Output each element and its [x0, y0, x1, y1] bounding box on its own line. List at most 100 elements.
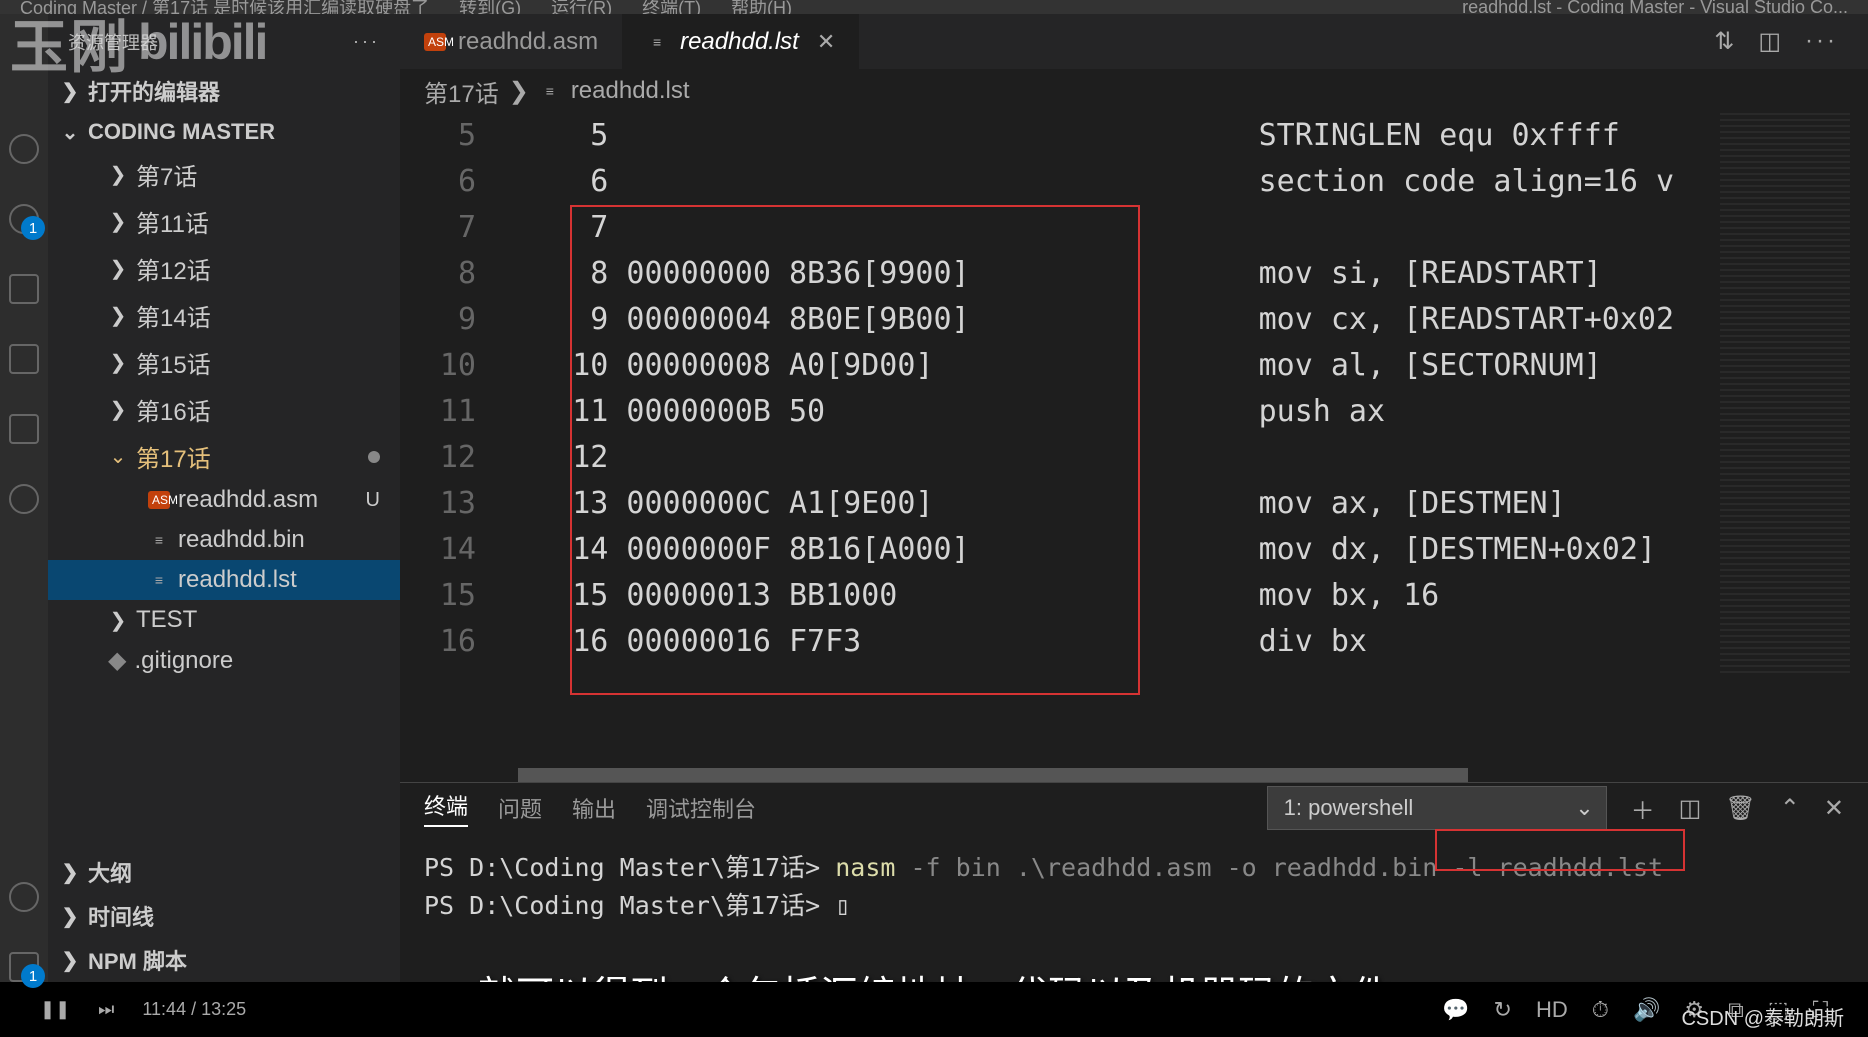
tab-actions: ⇅ ◫ ··· — [1714, 27, 1868, 56]
sidebar-more-icon[interactable]: ··· — [353, 31, 380, 52]
folder-label: 第7话 — [136, 157, 197, 192]
highlight-box-terminal — [1435, 829, 1685, 871]
terminal-line-2: PS D:\Coding Master\第17话> ▯ — [424, 887, 1844, 925]
folder-item-16[interactable]: ❯ 第16话 — [48, 386, 400, 433]
tab-readhdd-lst[interactable]: ≡ readhdd.lst ✕ — [622, 14, 859, 69]
split-editor-icon[interactable]: ◫ — [1758, 27, 1781, 56]
breadcrumb-sep-icon: ❯ — [509, 77, 529, 106]
modified-dot-icon — [368, 451, 380, 463]
chevron-right-icon: ❯ — [108, 256, 128, 281]
folder-item-7[interactable]: ❯ 第7话 — [48, 151, 400, 198]
code-content[interactable]: 5 STRINGLEN equ 0xffff 6 section code al… — [500, 113, 1868, 782]
folder-label: TEST — [136, 606, 197, 634]
settings-gear-icon[interactable]: 1 — [9, 952, 39, 982]
terminal-tab-terminal[interactable]: 终端 — [424, 789, 468, 827]
chevron-down-icon: ⌄ — [108, 444, 128, 469]
menu-terminal[interactable]: 终端(T) — [642, 0, 701, 14]
terminal-prompt: PS D:\Coding Master\第17话> — [424, 891, 835, 920]
folder-label: 第16话 — [136, 392, 211, 427]
explorer-icon[interactable] — [9, 134, 39, 164]
timeline-section[interactable]: ❯ 时间线 — [48, 894, 400, 938]
file-gitignore[interactable]: ◆ .gitignore — [48, 640, 400, 681]
folder-item-11[interactable]: ❯ 第11话 — [48, 198, 400, 245]
close-icon[interactable]: ✕ — [817, 29, 835, 55]
terminal-body[interactable]: PS D:\Coding Master\第17话> nasm -f bin .\… — [400, 833, 1868, 982]
terminal-selector[interactable]: 1: powershell — [1267, 786, 1607, 830]
project-section[interactable]: ⌄ CODING MASTER — [48, 113, 400, 151]
close-terminal-icon[interactable]: ✕ — [1824, 794, 1844, 823]
menu-run[interactable]: 运行(R) — [551, 0, 612, 14]
speed-icon[interactable]: ⏱ — [1592, 997, 1609, 1023]
chevron-right-icon: ❯ — [108, 350, 128, 375]
activity-bar: 1 1 — [0, 14, 48, 982]
play-button[interactable]: ❚❚ — [40, 999, 70, 1020]
breadcrumb-folder[interactable]: 第17话 — [424, 74, 499, 109]
chevron-right-icon: ❯ — [108, 303, 128, 328]
folder-item-12[interactable]: ❯ 第12话 — [48, 245, 400, 292]
gitignore-file-icon: ◆ — [108, 646, 126, 675]
minimap[interactable] — [1720, 113, 1850, 673]
chevron-right-icon: ❯ — [108, 397, 128, 422]
quality-icon[interactable]: HD — [1536, 997, 1568, 1023]
terminal-tab-output[interactable]: 输出 — [572, 792, 616, 824]
folder-item-15[interactable]: ❯ 第15话 — [48, 339, 400, 386]
chevron-right-icon: ❯ — [60, 904, 80, 929]
loop-icon[interactable]: ↻ — [1494, 997, 1512, 1023]
sidebar: 资源管理器 ··· ❯ 打开的编辑器 ⌄ CODING MASTER ❯ 第7话… — [48, 14, 400, 982]
volume-icon[interactable]: 🔊 — [1633, 997, 1660, 1023]
npm-label: NPM 脚本 — [88, 944, 187, 976]
breadcrumb-file[interactable]: readhdd.lst — [571, 77, 690, 105]
menu-help[interactable]: 帮助(H) — [731, 0, 792, 14]
menu-goto[interactable]: 转到(G) — [459, 0, 521, 14]
lst-file-icon: ≡ — [646, 34, 668, 50]
remote-icon[interactable] — [9, 484, 39, 514]
file-label: readhdd.lst — [178, 566, 297, 594]
extensions-icon[interactable] — [9, 414, 39, 444]
trash-icon[interactable]: 🗑 — [1725, 794, 1755, 823]
file-readhdd-lst[interactable]: ≡ readhdd.lst — [48, 560, 400, 600]
folder-item-17-active[interactable]: ⌄ 第17话 — [48, 433, 400, 480]
source-control-icon[interactable] — [9, 274, 39, 304]
horizontal-scrollbar[interactable] — [518, 768, 1468, 782]
chevron-right-icon: ❯ — [108, 162, 128, 187]
folder-item-14[interactable]: ❯ 第14话 — [48, 292, 400, 339]
folder-label: 第11话 — [136, 204, 209, 239]
danmaku-toggle-icon[interactable]: 💬 — [1442, 997, 1469, 1023]
watermark-name: 玉刚 — [10, 0, 130, 84]
next-button[interactable]: ⏭ — [98, 999, 114, 1020]
split-terminal-icon[interactable]: ◫ — [1679, 794, 1702, 823]
tab-label: readhdd.lst — [680, 28, 799, 56]
tab-bar: ASM readhdd.asm ≡ readhdd.lst ✕ ⇅ ◫ ··· — [400, 14, 1868, 69]
compare-icon[interactable]: ⇅ — [1714, 27, 1734, 56]
npm-section[interactable]: ❯ NPM 脚本 — [48, 938, 400, 982]
tab-readhdd-asm[interactable]: ASM readhdd.asm — [400, 14, 622, 69]
expand-terminal-icon[interactable]: ⌃ — [1780, 794, 1800, 823]
video-time: 11:44 / 13:25 — [142, 999, 246, 1020]
breadcrumb[interactable]: 第17话 ❯ ≡ readhdd.lst — [400, 69, 1868, 113]
outline-label: 大纲 — [88, 856, 132, 888]
badge-search: 1 — [21, 216, 45, 240]
folder-label: 第14话 — [136, 298, 211, 333]
outline-section[interactable]: ❯ 大纲 — [48, 850, 400, 894]
git-status: U — [366, 489, 380, 512]
account-icon[interactable] — [9, 882, 39, 912]
new-terminal-icon[interactable]: ＋ — [1631, 791, 1655, 826]
folder-label: 第12话 — [136, 251, 211, 286]
file-label: readhdd.bin — [178, 526, 305, 554]
lst-file-icon: ≡ — [539, 83, 561, 99]
search-icon[interactable]: 1 — [9, 204, 39, 234]
file-readhdd-asm[interactable]: ASM readhdd.asm U — [48, 480, 400, 520]
chevron-right-icon: ❯ — [60, 948, 80, 973]
folder-label: 第17话 — [136, 439, 211, 474]
cursor: ▯ — [835, 891, 850, 920]
terminal-tab-debugconsole[interactable]: 调试控制台 — [646, 792, 756, 824]
debug-icon[interactable] — [9, 344, 39, 374]
terminal-tab-problems[interactable]: 问题 — [498, 792, 542, 824]
asm-file-icon: ASM — [148, 491, 170, 509]
file-readhdd-bin[interactable]: ≡ readhdd.bin — [48, 520, 400, 560]
watermark-site: bilibili — [138, 13, 266, 71]
video-watermark: 玉刚 bilibili — [0, 0, 276, 84]
more-icon[interactable]: ··· — [1805, 27, 1838, 56]
editor[interactable]: 5678910111213141516 5 STRINGLEN equ 0xff… — [400, 113, 1868, 782]
folder-item-test[interactable]: ❯ TEST — [48, 600, 400, 640]
